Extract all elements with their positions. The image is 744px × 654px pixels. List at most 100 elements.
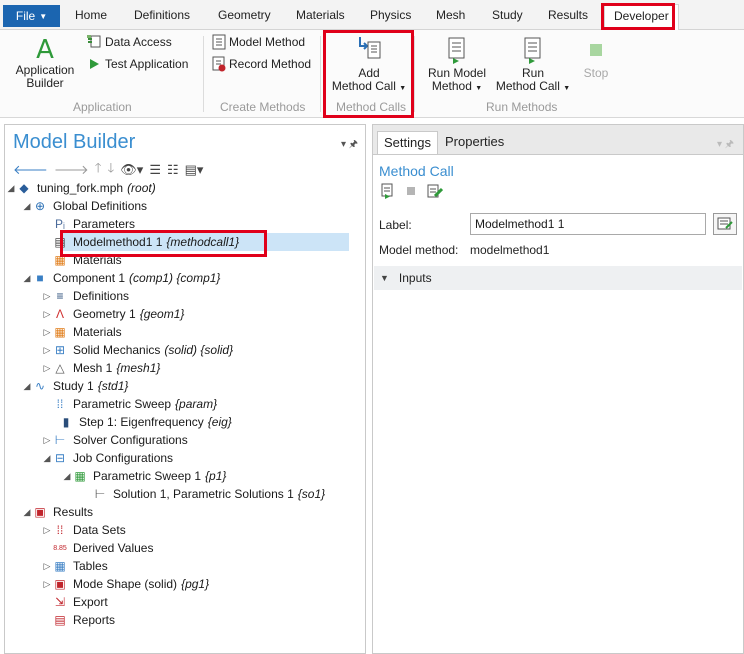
tab-mesh[interactable]: Mesh: [436, 8, 465, 22]
inputs-section-header[interactable]: ▼ Inputs: [374, 266, 742, 290]
job-configurations-icon: ⊟: [54, 451, 66, 465]
eigenfrequency-icon: ▮: [62, 415, 70, 429]
data-sets-icon: ⁞⁞: [56, 523, 64, 537]
tree-node-label: Solver Configurations: [73, 433, 188, 447]
collapse-icon[interactable]: ◢: [41, 453, 53, 464]
expand-icon[interactable]: ▷: [41, 327, 53, 338]
stop-icon[interactable]: [405, 185, 417, 197]
tree-node-tag: {pg1}: [181, 577, 210, 591]
arrow-up-icon[interactable]: 🡑: [95, 159, 102, 181]
study-icon: ∿: [34, 379, 46, 393]
tree-node[interactable]: ▷ ≡ Definitions: [41, 287, 133, 305]
tab-physics[interactable]: Physics: [370, 8, 411, 22]
tree-node[interactable]: ▮ Step 1: Eigenfrequency {eig}: [47, 413, 232, 431]
tree-node[interactable]: ▷ ▦ Tables: [41, 557, 112, 575]
tree-node[interactable]: ▷ ▣ Mode Shape (solid) {pg1}: [41, 575, 210, 593]
tab-results[interactable]: Results: [548, 8, 588, 22]
tree-node[interactable]: ▤ Reports: [41, 611, 119, 629]
add-method-call-label-2-wrap: Method Call ▼: [330, 80, 408, 95]
stop-button[interactable]: Stop: [578, 34, 614, 80]
run-method-call-button[interactable]: Run Method Call ▼: [494, 34, 572, 95]
tab-developer[interactable]: Developer: [604, 4, 679, 31]
tree-node[interactable]: ▷ △ Mesh 1 {mesh1}: [41, 359, 161, 377]
record-method-label: Record Method: [229, 57, 312, 71]
tree-node[interactable]: ◢ ▣ Results: [21, 503, 97, 521]
tree-node[interactable]: ◢ ▦ Parametric Sweep 1 {p1}: [61, 467, 227, 485]
tree-node[interactable]: ⁞⁞ Parametric Sweep {param}: [41, 395, 217, 413]
collapse-icon[interactable]: ◢: [21, 201, 33, 212]
tree-node[interactable]: ▤ Modelmethod1 1 {methodcall1}: [41, 233, 239, 251]
expand-icon[interactable]: ▷: [41, 291, 53, 302]
collapse-icon[interactable]: ◢: [21, 507, 33, 518]
stop-label: Stop: [583, 66, 609, 80]
collapse-icon[interactable]: ◢: [61, 471, 73, 482]
arrow-right-icon[interactable]: 🡒: [54, 162, 89, 178]
tree-node[interactable]: ▷ ⊞ Solid Mechanics (solid) {solid}: [41, 341, 234, 359]
tree-node[interactable]: 8.85 Derived Values: [41, 539, 157, 557]
tab-geometry[interactable]: Geometry: [218, 8, 271, 22]
collapse-all-icon[interactable]: ☷: [167, 162, 179, 178]
expand-icon[interactable]: ▷: [41, 561, 53, 572]
arrow-left-icon[interactable]: 🡐: [13, 162, 48, 178]
show-icon[interactable]: 👁▾: [120, 162, 143, 178]
label-input[interactable]: Modelmethod1 1: [470, 213, 706, 235]
expand-icon[interactable]: ▷: [41, 345, 53, 356]
collapse-icon[interactable]: ◢: [21, 381, 33, 392]
tree-node[interactable]: ◢ ⊕ Global Definitions: [21, 197, 151, 215]
record-method-icon: [212, 56, 226, 72]
reports-icon: ▤: [54, 613, 66, 627]
tree-view-options-icon[interactable]: ▤▾: [185, 162, 204, 178]
file-menu-button[interactable]: File ▼: [3, 5, 60, 27]
tree-node[interactable]: ◢ ⊟ Job Configurations: [41, 449, 177, 467]
model-builder-panel: Model Builder ▾ 🖈 🡐 🡒 🡑 🡓 👁▾ ☰ ☷ ▤▾ ◢ ◆ tu…: [4, 124, 366, 654]
stop-icon: [590, 44, 602, 56]
tree-node[interactable]: ◢ ∿ Study 1 {std1}: [21, 377, 129, 395]
label-field-label: Label:: [379, 218, 412, 232]
data-access-button[interactable]: Data Access: [86, 34, 172, 50]
expand-icon[interactable]: ▷: [41, 579, 53, 590]
tree-node-tag: {p1}: [205, 469, 227, 483]
expand-all-icon[interactable]: ☰: [149, 162, 161, 178]
expand-icon[interactable]: ▷: [41, 363, 53, 374]
collapse-icon[interactable]: ◢: [5, 183, 17, 194]
label-edit-button[interactable]: [713, 213, 737, 235]
expand-icon[interactable]: ▷: [41, 435, 53, 446]
record-method-button[interactable]: Record Method: [212, 56, 311, 72]
tab-materials[interactable]: Materials: [296, 8, 345, 22]
run-icon[interactable]: [381, 183, 395, 199]
expand-icon[interactable]: ▷: [41, 309, 53, 320]
model-method-button[interactable]: Model Method: [212, 34, 305, 50]
panel-menu-icon[interactable]: ▾ 🖈: [341, 137, 358, 154]
play-icon: [90, 59, 99, 69]
tab-home[interactable]: Home: [75, 8, 107, 22]
collapse-icon[interactable]: ◢: [21, 273, 33, 284]
edit-method-icon[interactable]: [427, 183, 443, 199]
run-model-method-button[interactable]: Run Model Method ▼: [424, 34, 490, 95]
tree-node-label: Mesh 1: [73, 361, 113, 375]
arrow-down-icon[interactable]: 🡓: [108, 159, 115, 181]
tab-properties[interactable]: Properties: [439, 131, 511, 154]
tree-node[interactable]: ▦ Materials: [41, 251, 126, 269]
application-builder-button[interactable]: A Application Builder: [12, 36, 78, 90]
add-method-call-button[interactable]: Add Method Call ▼: [330, 34, 408, 95]
expand-icon[interactable]: ▷: [41, 525, 53, 536]
test-application-button[interactable]: Test Application: [86, 56, 188, 72]
tree-node[interactable]: ⇲ Export: [41, 593, 112, 611]
tab-definitions[interactable]: Definitions: [134, 8, 190, 22]
tab-settings[interactable]: Settings: [377, 131, 438, 154]
tree-node[interactable]: ◢ ◆ tuning_fork.mph (root): [5, 179, 156, 197]
tab-study[interactable]: Study: [492, 8, 523, 22]
tree-node[interactable]: ⊢ Solution 1, Parametric Solutions 1 {so1}: [81, 485, 325, 503]
method-calls-group-label: Method Calls: [336, 100, 407, 114]
panel-menu-icon[interactable]: ▾ 🖈: [717, 137, 734, 154]
tree-node-tag: (comp1) {comp1}: [129, 271, 221, 285]
tree-node-label: tuning_fork.mph: [37, 181, 124, 195]
tree-node[interactable]: ▷ Λ Geometry 1 {geom1}: [41, 305, 185, 323]
data-access-icon: [87, 35, 101, 48]
tree-node[interactable]: ▷ ⁞⁞ Data Sets: [41, 521, 130, 539]
tree-node[interactable]: ◢ ■ Component 1 (comp1) {comp1}: [21, 269, 221, 287]
tree-node[interactable]: ▷ ▦ Materials: [41, 323, 126, 341]
mode-shape-icon: ▣: [54, 577, 66, 591]
tree-node[interactable]: ▷ ⊢ Solver Configurations: [41, 431, 192, 449]
tree-node[interactable]: Pᵢ Parameters: [41, 215, 139, 233]
